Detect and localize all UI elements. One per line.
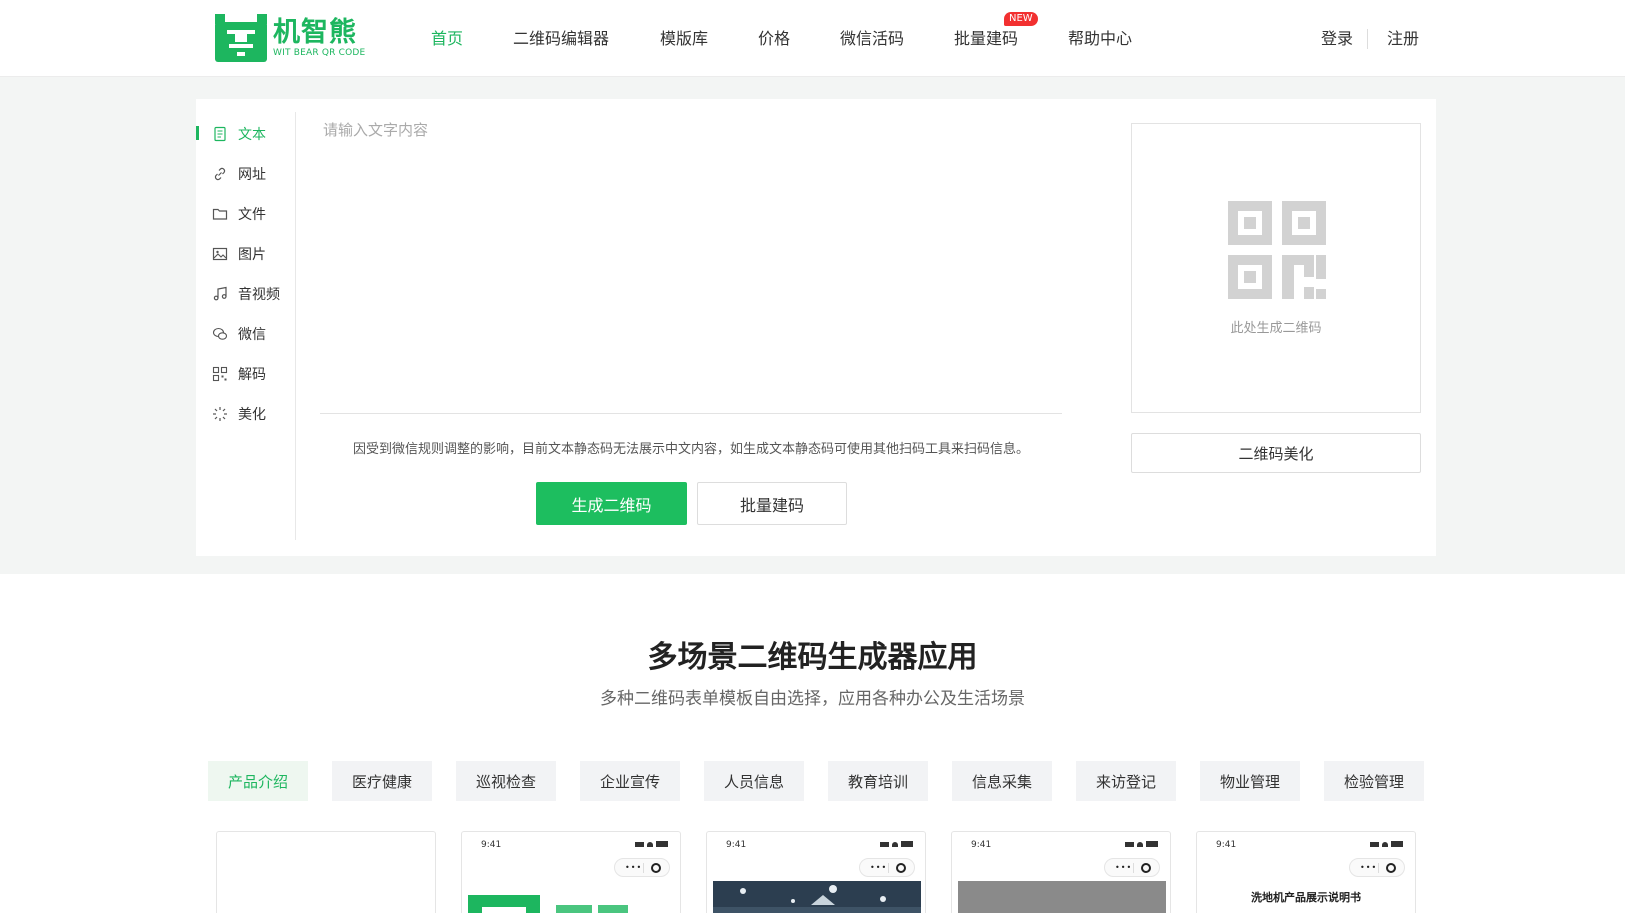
template-card[interactable]: 9:41 ••• 洗地机产品展示说明书 [1196, 831, 1416, 913]
register-link[interactable]: 注册 [1387, 28, 1419, 50]
status-bar-icons [1125, 841, 1158, 847]
nav-home[interactable]: 首页 [431, 28, 463, 50]
template-card[interactable]: 9:41 ••• [951, 831, 1171, 913]
status-time: 9:41 [1216, 840, 1237, 850]
menu-item-label: 解码 [238, 367, 266, 383]
menu-item-file[interactable]: 文件 [212, 204, 266, 224]
card-title: 洗地机产品展示说明书 [1251, 891, 1361, 904]
auth-divider [1367, 29, 1368, 49]
brand-logo[interactable]: 机智熊 WIT BEAR QR CODE [215, 14, 365, 62]
bear-logo-icon [215, 14, 267, 62]
nav-templates[interactable]: 模版库 [660, 28, 708, 50]
nav-batch-create[interactable]: 批量建码 [954, 28, 1018, 50]
menu-item-audio-video[interactable]: 音视频 [212, 284, 280, 304]
sparkle-icon [213, 407, 227, 421]
menu-item-beautify[interactable]: 美化 [212, 404, 266, 424]
brand-name: 机智熊 [273, 16, 357, 48]
menu-item-label: 图片 [238, 247, 266, 263]
tag-quality[interactable]: 检验管理 [1324, 761, 1424, 801]
brand-tagline: WIT BEAR QR CODE [273, 47, 366, 58]
status-bar-icons [1370, 841, 1403, 847]
text-input-area[interactable]: 请输入文字内容 [323, 119, 428, 140]
wechat-notice: 因受到微信规则调整的影响，目前文本静态码无法展示中文内容，如生成文本静态码可使用… [353, 442, 1030, 457]
mini-program-capsule: ••• [1104, 858, 1160, 877]
tag-enterprise[interactable]: 企业宣传 [580, 761, 680, 801]
template-card[interactable]: 9:41 ••• [461, 831, 681, 913]
status-time: 9:41 [726, 840, 747, 850]
menu-item-label: 美化 [238, 407, 266, 423]
menu-item-label: 音视频 [238, 287, 280, 303]
status-time: 9:41 [481, 840, 502, 850]
grid-icon [212, 366, 228, 382]
status-bar-icons [635, 841, 668, 847]
status-time: 9:41 [971, 840, 992, 850]
logo-preview-image [468, 895, 628, 913]
tag-visitor[interactable]: 来访登记 [1076, 761, 1176, 801]
menu-item-label: 文本 [238, 127, 266, 143]
editor-divider [320, 413, 1062, 414]
folder-icon [212, 208, 228, 220]
link-icon [214, 167, 226, 181]
wechat-icon [212, 327, 228, 340]
menu-item-text[interactable]: 文本 [212, 124, 266, 144]
batch-create-button[interactable]: 批量建码 [697, 482, 847, 525]
tag-data-collection[interactable]: 信息采集 [952, 761, 1052, 801]
template-card[interactable] [216, 831, 436, 913]
tag-medical[interactable]: 医疗健康 [332, 761, 432, 801]
nav-wechat-live-code[interactable]: 微信活码 [840, 28, 904, 50]
active-indicator [196, 126, 199, 140]
new-badge: NEW [1004, 12, 1038, 26]
qr-beautify-button[interactable]: 二维码美化 [1131, 433, 1421, 473]
generate-qr-button[interactable]: 生成二维码 [536, 482, 687, 525]
menu-item-label: 网址 [238, 167, 266, 183]
music-icon [213, 286, 227, 301]
login-link[interactable]: 登录 [1321, 28, 1353, 50]
nav-pricing[interactable]: 价格 [758, 28, 790, 50]
menu-item-url[interactable]: 网址 [212, 164, 266, 184]
section-subtitle: 多种二维码表单模板自由选择，应用各种办公及生活场景 [600, 689, 1025, 709]
menu-item-label: 文件 [238, 207, 266, 223]
top-navbar: 机智熊 WIT BEAR QR CODE 首页 二维码编辑器 模版库 价格 微信… [0, 0, 1625, 77]
menu-item-wechat[interactable]: 微信 [212, 324, 266, 344]
section-title: 多场景二维码生成器应用 [647, 640, 978, 675]
document-icon [214, 126, 226, 142]
menu-item-image[interactable]: 图片 [212, 244, 266, 264]
qr-preview: 此处生成二维码 [1131, 123, 1421, 413]
tag-personnel[interactable]: 人员信息 [704, 761, 804, 801]
image-icon [212, 247, 228, 261]
tag-education[interactable]: 教育培训 [828, 761, 928, 801]
snow-scene-image [713, 881, 921, 913]
menu-item-decode[interactable]: 解码 [212, 364, 266, 384]
mini-program-capsule: ••• [859, 858, 915, 877]
tag-property[interactable]: 物业管理 [1200, 761, 1300, 801]
mini-program-capsule: ••• [1349, 858, 1405, 877]
template-card[interactable]: 9:41 ••• [706, 831, 926, 913]
qr-code-icon [1228, 201, 1326, 299]
nav-qr-editor[interactable]: 二维码编辑器 [513, 28, 609, 50]
menu-item-label: 微信 [238, 327, 266, 343]
gray-banner-image [958, 881, 1166, 913]
tag-product-intro[interactable]: 产品介绍 [208, 761, 308, 801]
nav-help-center[interactable]: 帮助中心 [1068, 28, 1132, 50]
status-bar-icons [880, 841, 913, 847]
mini-program-capsule: ••• [614, 858, 670, 877]
tag-inspection[interactable]: 巡视检查 [456, 761, 556, 801]
content-type-menu: 文本 网址 文件 图片 音视频 微信 解码 美化 [196, 112, 296, 540]
qr-hint: 此处生成二维码 [1230, 321, 1322, 336]
